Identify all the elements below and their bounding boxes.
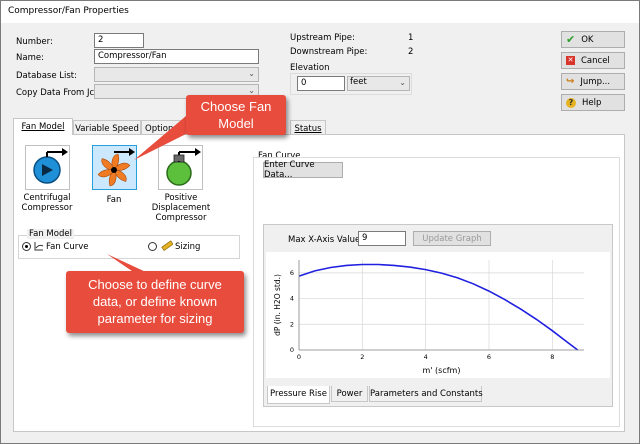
sizing-radio-label: Sizing xyxy=(175,242,201,252)
curve-icon xyxy=(34,242,44,251)
elevation-unit-dropdown[interactable]: feet ⌄ xyxy=(347,76,410,91)
x-tick-label: 0 xyxy=(297,353,301,361)
x-tick-label: 6 xyxy=(487,353,491,361)
chevron-down-icon: ⌄ xyxy=(248,69,255,78)
x-tick-label: 4 xyxy=(424,353,428,361)
ok-button[interactable]: ✔ OK xyxy=(561,31,625,48)
number-input[interactable]: 2 xyxy=(94,33,144,48)
upstream-pipe-label: Upstream Pipe: xyxy=(290,33,355,43)
downstream-pipe-label: Downstream Pipe: xyxy=(290,47,368,57)
sizing-radio[interactable] xyxy=(148,242,157,251)
help-button[interactable]: ? Help xyxy=(561,94,625,111)
update-graph-button[interactable]: Update Graph xyxy=(413,231,491,246)
cancel-button[interactable]: ✕ Cancel xyxy=(561,52,625,69)
help-icon: ? xyxy=(566,97,576,108)
fan-label: Fan xyxy=(106,195,122,205)
tab-status[interactable]: Status xyxy=(290,120,326,135)
tab-parameters-and-constants[interactable]: Parameters and Constants xyxy=(369,386,483,402)
tab-fan-model[interactable]: Fan Model xyxy=(13,118,73,135)
x-tick-label: 8 xyxy=(550,353,554,361)
chevron-down-icon: ⌄ xyxy=(248,86,255,95)
jump-button[interactable]: ↪ Jump... xyxy=(561,73,625,90)
centrifugal-compressor-label: Centrifugal Compressor xyxy=(21,193,73,213)
enter-curve-data-button[interactable]: Enter Curve Data... xyxy=(263,160,343,180)
x-axis-label: m' (scfm) xyxy=(423,366,461,375)
centrifugal-compressor-icon xyxy=(33,148,68,184)
fan-curve-radio-label: Fan Curve xyxy=(46,242,89,252)
centrifugal-compressor-option[interactable] xyxy=(25,145,70,190)
database-list-label: Database List: xyxy=(16,71,77,81)
choose-define-callout: Choose to define curve data, or define k… xyxy=(66,271,244,333)
y-axis-label: dP (in. H2O std.) xyxy=(273,274,282,336)
elevation-input[interactable]: 0 xyxy=(297,76,345,91)
jump-arrow-icon: ↪ xyxy=(566,76,575,87)
checkmark-icon: ✔ xyxy=(566,33,576,46)
database-list-dropdown[interactable]: ⌄ xyxy=(94,67,259,82)
y-tick-label: 2 xyxy=(290,320,294,328)
tab-power[interactable]: Power xyxy=(331,386,368,402)
elevation-label: Elevation xyxy=(290,63,330,73)
choose-fan-model-callout: Choose Fan Model xyxy=(186,95,286,135)
name-label: Name: xyxy=(16,53,44,63)
downstream-pipe-value: 2 xyxy=(408,47,414,57)
y-tick-label: 4 xyxy=(290,295,294,303)
chevron-down-icon: ⌄ xyxy=(399,78,406,87)
number-label: Number: xyxy=(16,37,53,47)
y-tick-label: 0 xyxy=(290,346,294,354)
pressure-rise-chart: 0 2 4 6 8 0 2 4 6 m' (scfm) dP (in. H2O std.) xyxy=(266,252,610,378)
tab-pressure-rise[interactable]: Pressure Rise xyxy=(267,386,330,404)
window-title: Compressor/Fan Properties xyxy=(8,6,129,16)
fan-model-group-title: Fan Model xyxy=(27,229,74,239)
copy-data-label: Copy Data From Jct... xyxy=(16,88,106,98)
fan-curve-radio[interactable] xyxy=(22,242,31,251)
max-x-axis-label: Max X-Axis Value: xyxy=(288,235,364,245)
positive-displacement-compressor-label: Positive Displacement Compressor xyxy=(151,193,211,223)
name-input[interactable]: Compressor/Fan xyxy=(94,49,259,64)
ruler-icon xyxy=(161,240,173,251)
max-x-axis-input[interactable]: 9 xyxy=(358,231,406,246)
title-bar: Compressor/Fan Properties xyxy=(1,1,639,23)
x-tick-label: 2 xyxy=(360,353,364,361)
upstream-pipe-value: 1 xyxy=(408,33,414,43)
close-icon: ✕ xyxy=(566,56,575,65)
y-tick-label: 6 xyxy=(290,269,294,277)
